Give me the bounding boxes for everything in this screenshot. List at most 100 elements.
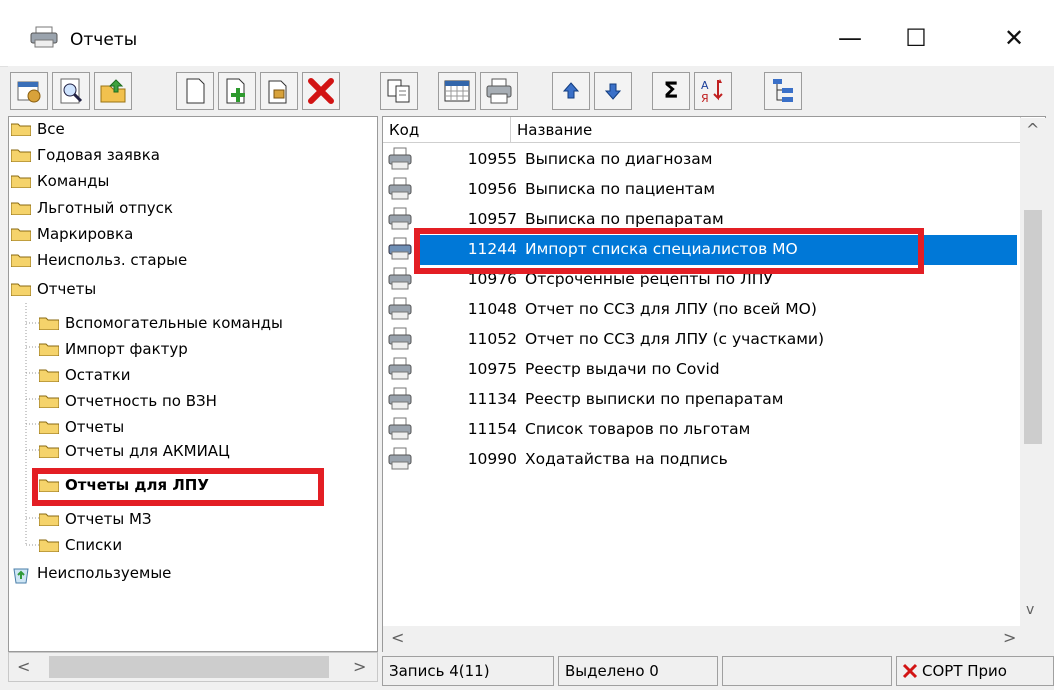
tree-item-preferential[interactable]: Льготный отпуск (10, 196, 173, 220)
status-sort[interactable]: СОРТ Прио (896, 656, 1054, 686)
sigma-icon: Σ (663, 78, 679, 104)
move-down-button[interactable] (594, 72, 632, 110)
tree-item-label: Импорт фактур (65, 340, 188, 358)
row-code: 10990 (467, 450, 517, 468)
table-row[interactable]: 11052 Отчет по ССЗ для ЛПУ (с участками) (383, 325, 1017, 355)
tree-item-reports-sub[interactable]: Отчеты (38, 415, 124, 439)
scroll-down-icon[interactable]: v (1026, 602, 1034, 618)
print-button[interactable] (480, 72, 518, 110)
calendar-icon (444, 80, 470, 102)
tree-item-label: Неиспольз. старые (37, 251, 188, 269)
folder-up-icon (100, 79, 126, 103)
move-up-button[interactable] (552, 72, 590, 110)
edit-document-button[interactable] (260, 72, 298, 110)
tree-item-reports-akmiac[interactable]: Отчеты для АКМИАЦ (38, 439, 230, 463)
close-button[interactable]: ✕ (994, 18, 1034, 58)
new-document-button[interactable] (176, 72, 214, 110)
column-header-code[interactable]: Код (383, 117, 511, 143)
table-row[interactable]: 11134 Реестр выписки по препаратам (383, 385, 1017, 415)
tree-item-commands[interactable]: Команды (10, 169, 109, 193)
list-scroll-thumb[interactable] (1024, 210, 1042, 444)
tree-item-reports-mz[interactable]: Отчеты МЗ (38, 507, 152, 531)
title-bar[interactable]: Отчеты — ☐ ✕ (0, 0, 1054, 67)
copy-icon (387, 79, 410, 103)
status-record: Запись 4(11) (382, 656, 554, 686)
row-name: Выписка по препаратам (525, 210, 724, 228)
row-code: 10955 (467, 150, 517, 168)
list-vertical-scrollbar[interactable]: ^ v (1020, 118, 1046, 626)
tree-item-aux-commands[interactable]: Вспомогательные команды (38, 311, 283, 335)
window-title: Отчеты (70, 30, 138, 50)
properties-button[interactable] (10, 72, 48, 110)
tree-item-stock[interactable]: Остатки (38, 363, 131, 387)
close-icon: ✕ (1003, 24, 1025, 52)
tree-item-label: Маркировка (37, 225, 134, 243)
printer-icon (388, 327, 412, 350)
status-bar: Запись 4(11) Выделено 0 СОРТ Прио (382, 654, 1054, 688)
tree-item-unused-old[interactable]: Неиспольз. старые (10, 248, 188, 272)
scroll-left-icon[interactable]: < (391, 628, 404, 647)
blank-page-icon (186, 78, 205, 104)
table-row[interactable]: 10990 Ходатайства на подпись (383, 445, 1017, 475)
list-horizontal-scrollbar[interactable]: < > (383, 626, 1046, 652)
row-name: Отчет по ССЗ для ЛПУ (по всей МО) (525, 300, 817, 318)
copy-button[interactable] (380, 72, 418, 110)
folder-icon (10, 122, 32, 137)
minimize-icon: — (838, 24, 862, 52)
delete-button[interactable] (302, 72, 340, 110)
table-row[interactable]: 10955 Выписка по диагнозам (383, 145, 1017, 175)
status-selected: Выделено 0 (558, 656, 718, 686)
add-document-button[interactable] (218, 72, 256, 110)
table-row[interactable]: 10975 Реестр выдачи по Covid (383, 355, 1017, 385)
row-name: Выписка по диагнозам (525, 150, 713, 168)
scroll-left-icon[interactable]: < (17, 657, 30, 676)
row-name: Отчет по ССЗ для ЛПУ (с участками) (525, 330, 825, 348)
tree-item-lists[interactable]: Списки (38, 533, 122, 557)
folder-icon (38, 342, 60, 357)
add-page-icon (226, 78, 245, 104)
minimize-button[interactable]: — (830, 18, 870, 58)
scroll-right-icon[interactable]: > (1003, 628, 1016, 647)
table-row[interactable]: 11154 Список товаров по льготам (383, 415, 1017, 445)
delete-icon (308, 78, 334, 104)
printer-icon (388, 177, 412, 200)
table-row[interactable]: 10956 Выписка по пациентам (383, 175, 1017, 205)
tree-item-unused[interactable]: Неиспользуемые (11, 561, 171, 585)
folder-icon (10, 227, 32, 242)
folder-icon (10, 174, 32, 189)
open-folder-button[interactable] (94, 72, 132, 110)
sort-az-icon: АЯ (701, 79, 723, 105)
sort-button[interactable]: АЯ (694, 72, 732, 110)
sum-button[interactable]: Σ (652, 72, 690, 110)
open-folder-icon (10, 282, 32, 297)
tree-horizontal-scrollbar[interactable]: < > (8, 652, 378, 682)
folder-icon (38, 316, 60, 331)
folder-icon (38, 444, 60, 459)
status-empty (722, 656, 892, 686)
tree-item-annual-request[interactable]: Годовая заявка (10, 143, 160, 167)
tree-item-import-invoices[interactable]: Импорт фактур (38, 337, 188, 361)
row-name: Ходатайства на подпись (525, 450, 728, 468)
table-row[interactable]: 11048 Отчет по ССЗ для ЛПУ (по всей МО) (383, 295, 1017, 325)
category-tree[interactable]: Все Годовая заявка Команды Льготный отпу… (8, 116, 378, 652)
tree-item-vzn-reporting[interactable]: Отчетность по ВЗН (38, 389, 217, 413)
tree-item-label: Годовая заявка (37, 146, 160, 164)
tree-view-button[interactable] (764, 72, 802, 110)
row-name: Список товаров по льготам (525, 420, 751, 438)
maximize-button[interactable]: ☐ (896, 18, 936, 58)
reports-window: Отчеты — ☐ ✕ Σ А Я Все Годовая заявка Ко… (0, 0, 1054, 690)
tree-item-marking[interactable]: Маркировка (10, 222, 134, 246)
folder-icon (10, 148, 32, 163)
tree-item-reports[interactable]: Отчеты (10, 277, 96, 301)
tree-item-label: Вспомогательные команды (65, 314, 283, 332)
scroll-up-icon[interactable]: ^ (1026, 120, 1039, 139)
tree-scroll-thumb[interactable] (49, 656, 329, 678)
calendar-button[interactable] (438, 72, 476, 110)
scroll-right-icon[interactable]: > (353, 657, 366, 676)
printer-icon (388, 357, 412, 380)
column-header-name[interactable]: Название (511, 117, 1021, 143)
edit-page-icon (268, 80, 287, 104)
reports-list[interactable]: Код Название 10955 Выписка по диагнозам … (382, 116, 1046, 652)
tree-item-all[interactable]: Все (10, 117, 65, 141)
preview-button[interactable] (52, 72, 90, 110)
